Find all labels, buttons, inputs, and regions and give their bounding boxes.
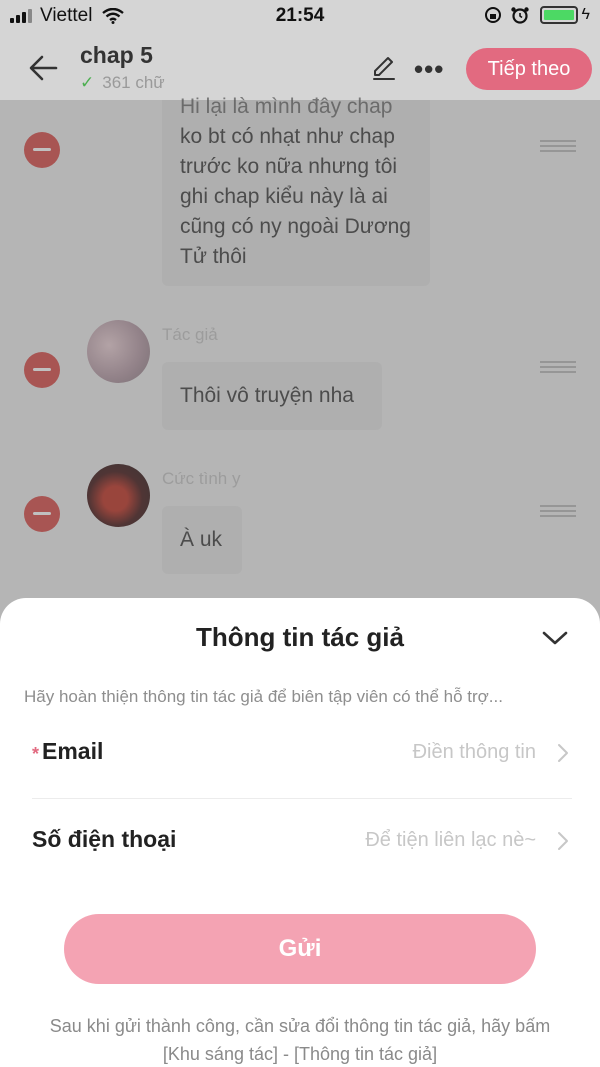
sheet-title: Thông tin tác giả bbox=[196, 622, 404, 652]
email-placeholder: Điền thông tin bbox=[412, 741, 536, 763]
word-count: ✓ 361 chữ bbox=[80, 73, 165, 93]
battery-icon bbox=[539, 6, 578, 24]
alarm-icon bbox=[510, 7, 529, 24]
word-count-text: 361 chữ bbox=[102, 73, 165, 92]
back-arrow-icon[interactable] bbox=[26, 50, 62, 86]
next-button[interactable]: Tiếp theo bbox=[466, 48, 592, 90]
chevron-right-icon bbox=[558, 744, 568, 762]
editor-header: chap 5 ✓ 361 chữ ••• Tiếp theo bbox=[0, 34, 600, 100]
phone-field[interactable]: Số điện thoại Để tiện liên lạc nè~ bbox=[32, 812, 572, 872]
pencil-icon[interactable] bbox=[370, 54, 398, 82]
submit-button[interactable]: Gửi bbox=[64, 914, 536, 984]
phone-label: Số điện thoại bbox=[32, 826, 177, 852]
email-label: * Email bbox=[32, 738, 104, 764]
status-right: ϟ bbox=[484, 6, 590, 24]
phone-placeholder: Để tiện liên lạc nè~ bbox=[365, 829, 536, 851]
more-options-icon[interactable]: ••• bbox=[414, 54, 444, 85]
sheet-note: Sau khi gửi thành công, cần sửa đổi thôn… bbox=[49, 1016, 551, 1064]
required-mark: * bbox=[32, 744, 40, 764]
chevron-down-icon[interactable] bbox=[541, 628, 569, 648]
status-bar: Viettel 21:54 ϟ bbox=[0, 0, 600, 34]
charging-icon: ϟ bbox=[581, 6, 590, 23]
chapter-title: chap 5 bbox=[80, 42, 153, 68]
author-info-sheet: Thông tin tác giả Hãy hoàn thiện thông t… bbox=[0, 598, 600, 1067]
sheet-hint: Hãy hoàn thiện thông tin tác giả để biên… bbox=[24, 687, 503, 706]
email-field[interactable]: * Email Điền thông tin bbox=[32, 724, 572, 799]
orientation-lock-icon bbox=[484, 7, 501, 23]
chevron-right-icon bbox=[558, 832, 568, 850]
check-icon: ✓ bbox=[80, 73, 95, 92]
